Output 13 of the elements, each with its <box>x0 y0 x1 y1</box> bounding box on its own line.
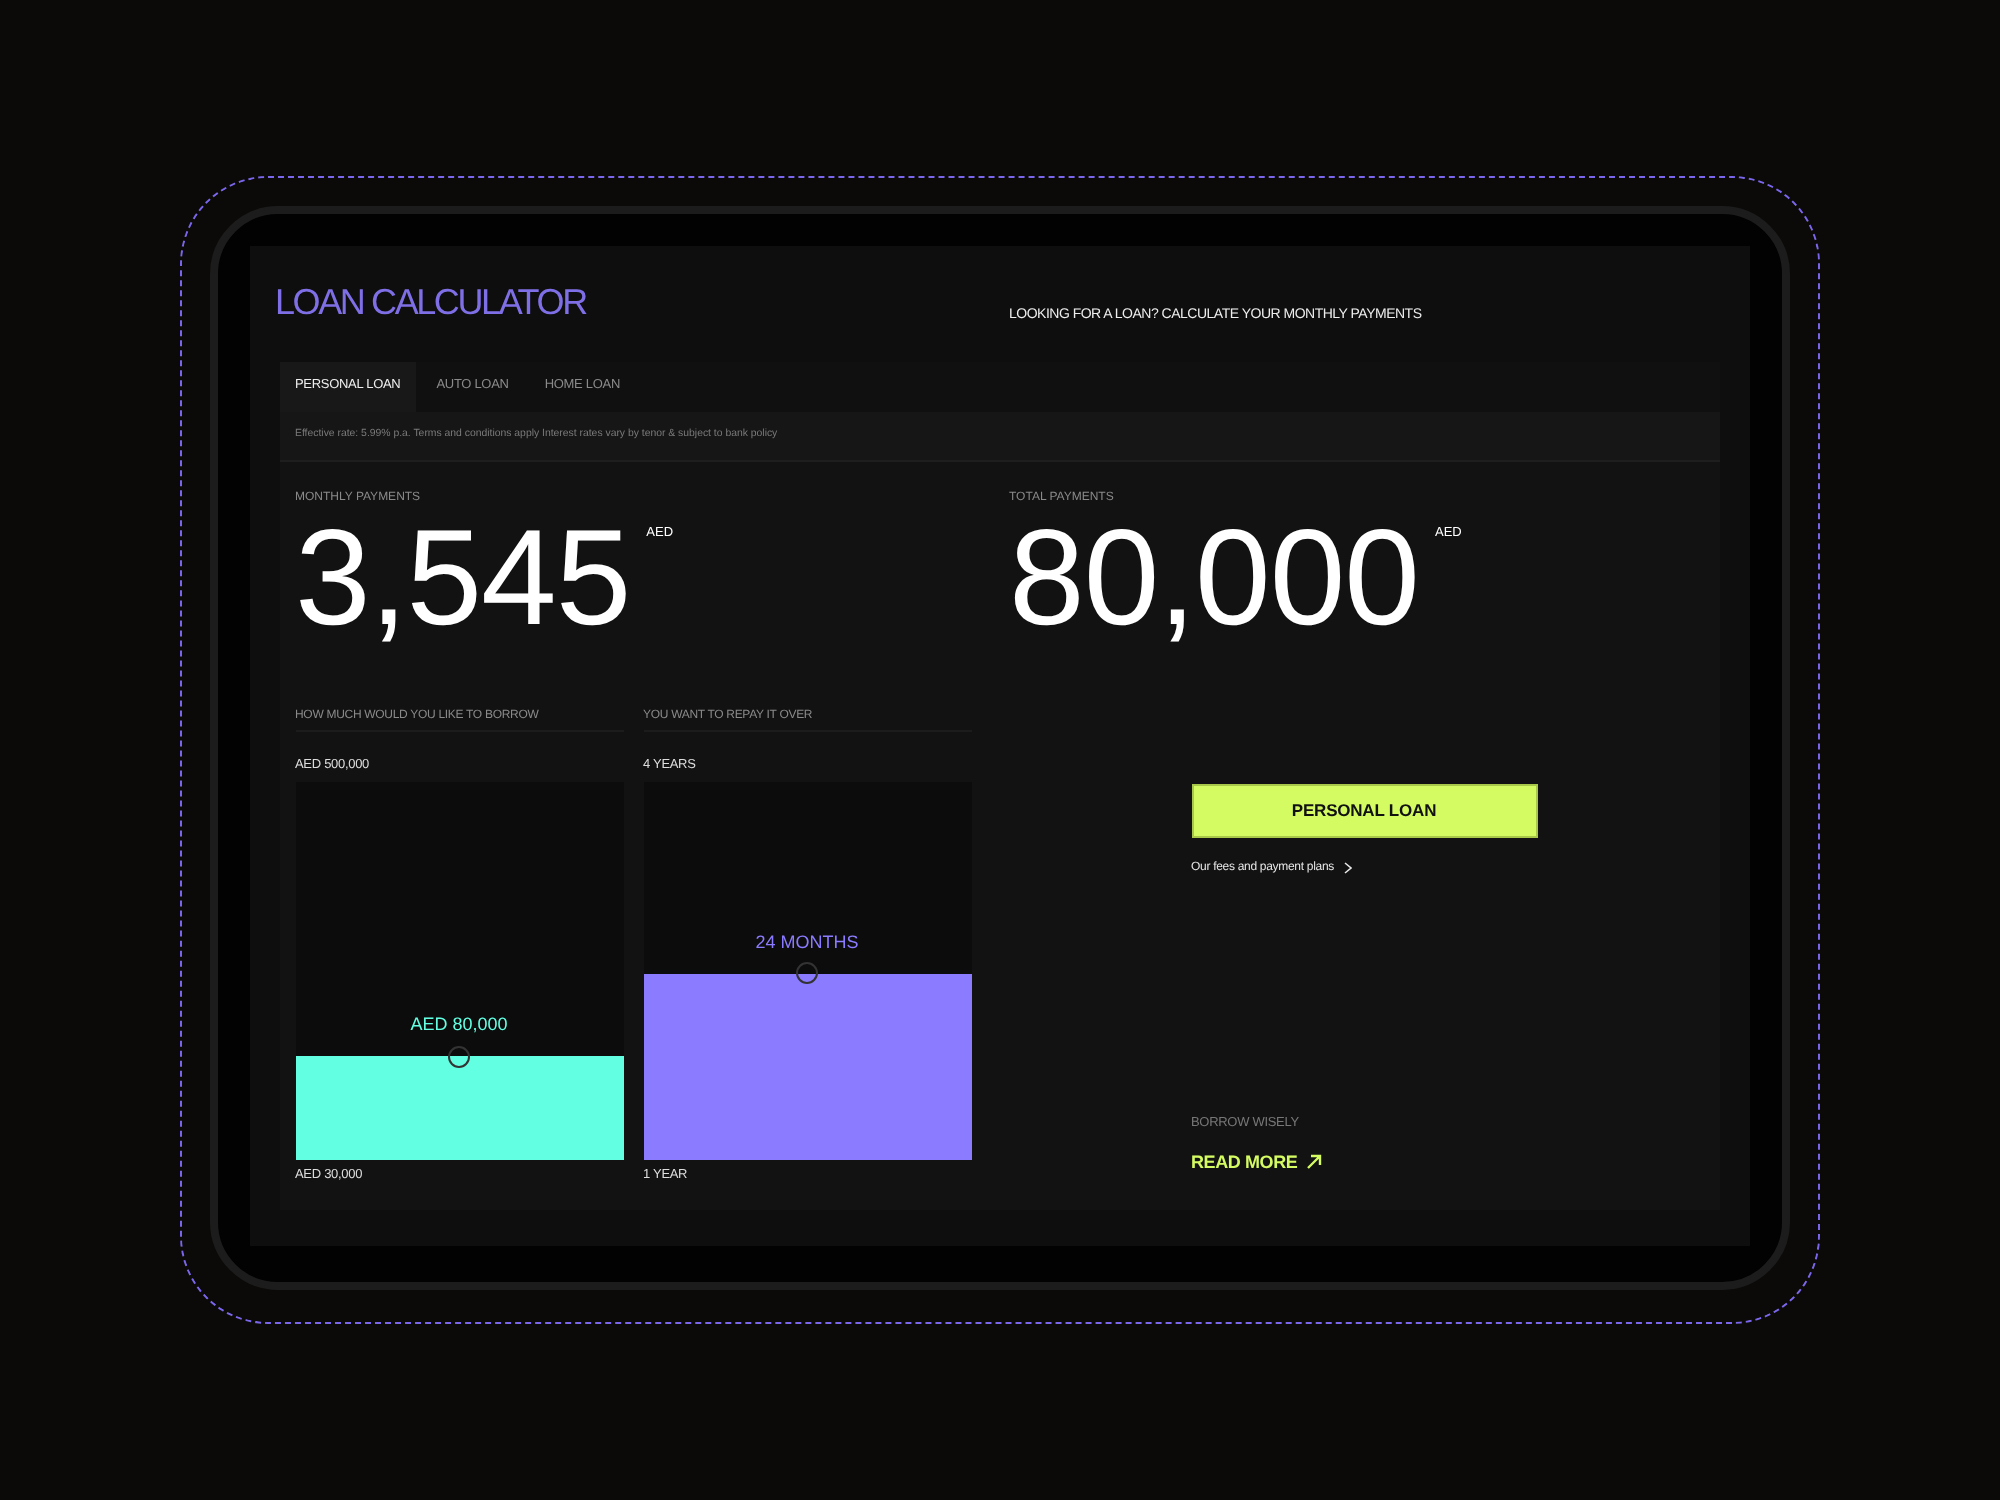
result-amount: 80,000 <box>1009 509 1419 645</box>
apply-button[interactable]: PERSONAL LOAN <box>1191 783 1537 837</box>
result-amount: 3,545 <box>295 509 631 645</box>
slider-handle[interactable] <box>448 1045 470 1068</box>
slider-handle[interactable] <box>796 962 818 985</box>
slider-track[interactable]: 24 MONTHS <box>643 781 971 1159</box>
slider-value: 24 MONTHS <box>753 931 861 954</box>
chevron-right-icon <box>1343 861 1352 873</box>
arrow-up-right-icon <box>1305 1154 1322 1170</box>
read-more-link[interactable]: READ MORE <box>1191 1151 1322 1173</box>
slider-value: AED 80,000 <box>408 1014 510 1037</box>
page-title: LOAN CALCULATOR <box>275 279 589 323</box>
slider-track[interactable]: AED 80,000 <box>295 781 623 1159</box>
